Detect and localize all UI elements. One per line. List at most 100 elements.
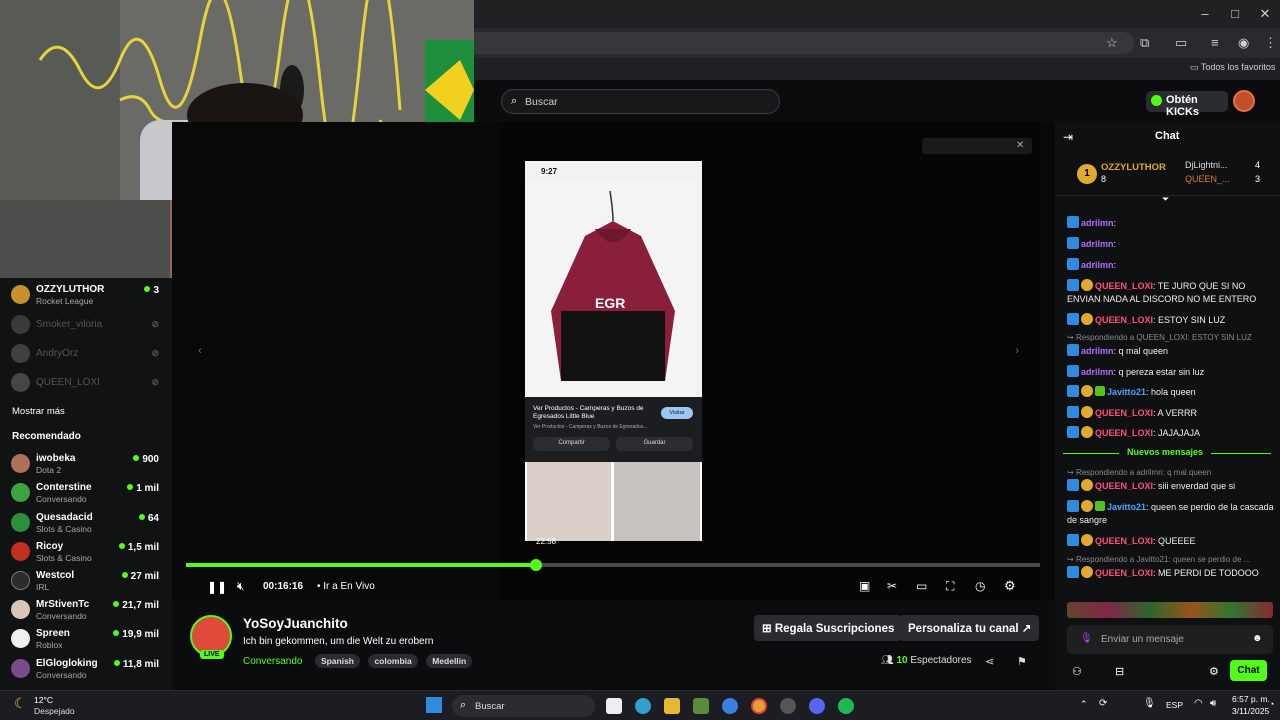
windows-start-icon[interactable] [426,697,442,713]
sidebar-recommended-item[interactable]: Spreen Roblox 19,9 mil [0,625,172,653]
chat-message: adrilmn: [1067,216,1275,230]
emote-bar[interactable] [1067,602,1273,618]
sidebar-recommended-item[interactable]: iwobeka Dota 2 900 [0,450,172,478]
sidebar-recommended-item[interactable]: MrStivenTc Conversando 21,7 mil [0,596,172,624]
gifter-badge-icon [1081,534,1093,546]
spotify-icon[interactable] [838,698,854,714]
collapse-chat-icon[interactable]: ⇥ [1063,130,1073,144]
stream-info: LIVE YoSoyJuanchito Ich bin gekommen, um… [172,600,1055,690]
store-icon[interactable]: ⊟ [1115,665,1124,678]
extensions-icon[interactable]: ⧉ [1140,35,1149,51]
all-bookmarks-link[interactable]: ▭ Todos los favoritos [1190,62,1275,73]
copilot-icon[interactable] [722,698,738,714]
live-dot-icon [121,572,128,578]
theater-mode-icon[interactable]: ▭ [916,579,927,593]
category-link[interactable]: Conversando [243,656,302,667]
show-more-link[interactable]: Mostrar más [12,406,65,417]
clip-icon[interactable]: ✂ [887,579,897,593]
viewers-icon: 👥︎ [881,655,897,666]
chat-message: QUEEN_LOXI: TE JURO QUE SI NO ENVIAN NAD… [1067,279,1257,304]
chat-message: QUEEN_LOXI: ESTOY SIN LUZ [1067,313,1275,327]
chat-panel: ⇥ Chat 1 OZZYLUTHOR 8 DjLightni... 4 QUE… [1055,122,1280,690]
reply-context: ↪ Respondiendo a QUEEN_LOXI: ESTOY SIN L… [1067,333,1252,342]
tray-sync-icon[interactable]: ⟳ [1099,698,1107,709]
taskbar-search[interactable]: ⌕ Buscar [452,695,595,717]
maximize-icon[interactable]: □ [1220,6,1250,21]
mute-icon[interactable]: 🔇︎ [237,579,245,594]
fullscreen-icon[interactable]: ⛶ [946,579,954,594]
volume-icon[interactable]: 🔊︎ [1210,698,1216,709]
sidebar-recommended-item[interactable]: Conterstine Conversando 1 mil [0,479,172,507]
sidebar: OZZYLUTHOR Rocket League 3 Smoker_vilori… [0,278,172,690]
chat-title: Chat [1155,130,1180,142]
weather-icon[interactable]: ☾ [14,695,27,712]
miniplayer-icon[interactable]: ▣ [859,579,870,593]
tag-chip[interactable]: Medellin [426,654,473,668]
offline-icon: ⊘ [151,348,159,358]
profile-icon[interactable]: ◉ [1238,35,1249,51]
gifter-badge-icon [1081,479,1093,491]
search-input[interactable]: ⌕ Buscar [501,89,780,114]
cast-icon[interactable]: ▭ [1175,35,1187,51]
discord-icon[interactable] [809,698,825,714]
file-explorer-icon[interactable] [664,698,680,714]
clock-date[interactable]: 3/11/2025 [1232,706,1269,716]
chat-message: QUEEN_LOXI: JAJAJAJA [1067,426,1275,440]
address-bar[interactable] [474,32,1134,54]
send-chat-button[interactable]: Chat [1230,660,1267,681]
sidebar-following-item[interactable]: QUEEN_LOXI ⊘ [0,369,172,397]
wifi-icon[interactable]: ◠ [1194,698,1203,709]
tray-expand-icon[interactable]: ⌃ [1080,699,1088,710]
menu-icon[interactable]: ⋮ [1264,35,1277,51]
kicks-icon [1151,95,1162,106]
edge-icon[interactable] [635,698,651,714]
new-messages-label[interactable]: Nuevos mensajes [1119,447,1212,457]
live-dot-icon [113,601,120,607]
kick-badge-icon [1067,237,1079,249]
live-dot-icon [138,514,145,520]
minecraft-icon[interactable] [693,698,709,714]
sidebar-following-item[interactable]: AndryOrz ⊘ [0,340,172,368]
tag-chip[interactable]: colombia [368,654,418,668]
tag-chip[interactable]: Spanish [314,654,360,668]
sidebar-following-item[interactable]: Smoker_viloria ⊘ [0,311,172,339]
notifications-icon[interactable]: ◔ [1269,699,1274,709]
tray-mic-icon[interactable]: 🎙︎ [1143,698,1156,709]
channel-name[interactable]: YoSoyJuanchito [243,616,348,631]
pinned-toggle-icon[interactable]: ⏷ [1162,194,1169,205]
get-kicks-button[interactable]: Obtén KICKs [1146,91,1228,118]
sidebar-recommended-item[interactable]: ElGlogloking Conversando 11,8 mil [0,655,172,683]
emote-picker-icon[interactable]: ☻ [1252,633,1263,644]
microphone-icon[interactable]: 🎙︎ [1080,633,1093,644]
bookmark-star-icon[interactable]: ☆ [1106,35,1118,51]
minimize-icon[interactable]: – [1190,6,1220,21]
chat-input[interactable]: 🎙︎ Enviar un mensaje ☻ [1067,625,1273,654]
playback-speed-icon[interactable]: ◷ [975,579,985,593]
media-control-icon[interactable]: ≡ [1211,35,1219,50]
gift-subs-button[interactable]: ⊞ Regala Suscripciones [754,615,903,641]
chat-message: QUEEN_LOXI: ME PERDI DE TODOOO [1067,566,1275,580]
report-icon[interactable]: ⚑ [1017,655,1027,668]
customize-channel-button[interactable]: Personaliza tu canal ↗ [900,615,1040,641]
chrome-icon[interactable] [751,698,767,714]
pause-icon[interactable]: ❚❚ [207,580,227,594]
kick-badge-icon [1067,258,1079,270]
language-indicator[interactable]: ESP [1166,700,1183,710]
user-avatar[interactable] [1233,90,1255,112]
community-icon[interactable]: ⚇ [1072,665,1082,678]
chat-settings-icon[interactable]: ⚙ [1209,665,1219,678]
chat-message: adrilmn: [1067,237,1275,251]
sidebar-following-item[interactable]: OZZYLUTHOR Rocket League 3 [0,281,172,309]
go-live-button[interactable]: • Ir a En Vivo [317,581,375,592]
sidebar-recommended-item[interactable]: Westcol IRL 27 mil [0,567,172,595]
viewer-count: 👥︎ 10 Espectadores [881,655,972,666]
close-window-icon[interactable]: ✕ [1250,6,1280,22]
sidebar-recommended-item[interactable]: Quesadacid Slots & Casino 64 [0,509,172,537]
sidebar-recommended-item[interactable]: Ricoy Slots & Casino 1,5 mil [0,538,172,566]
github-icon[interactable] [780,698,796,714]
settings-gear-icon[interactable]: ⚙ [1004,578,1016,594]
clock-time[interactable]: 6:57 p. m. [1232,694,1270,704]
share-icon[interactable]: ⋖ [985,655,994,668]
task-view-icon[interactable] [606,698,622,714]
live-badge: LIVE [200,650,224,659]
